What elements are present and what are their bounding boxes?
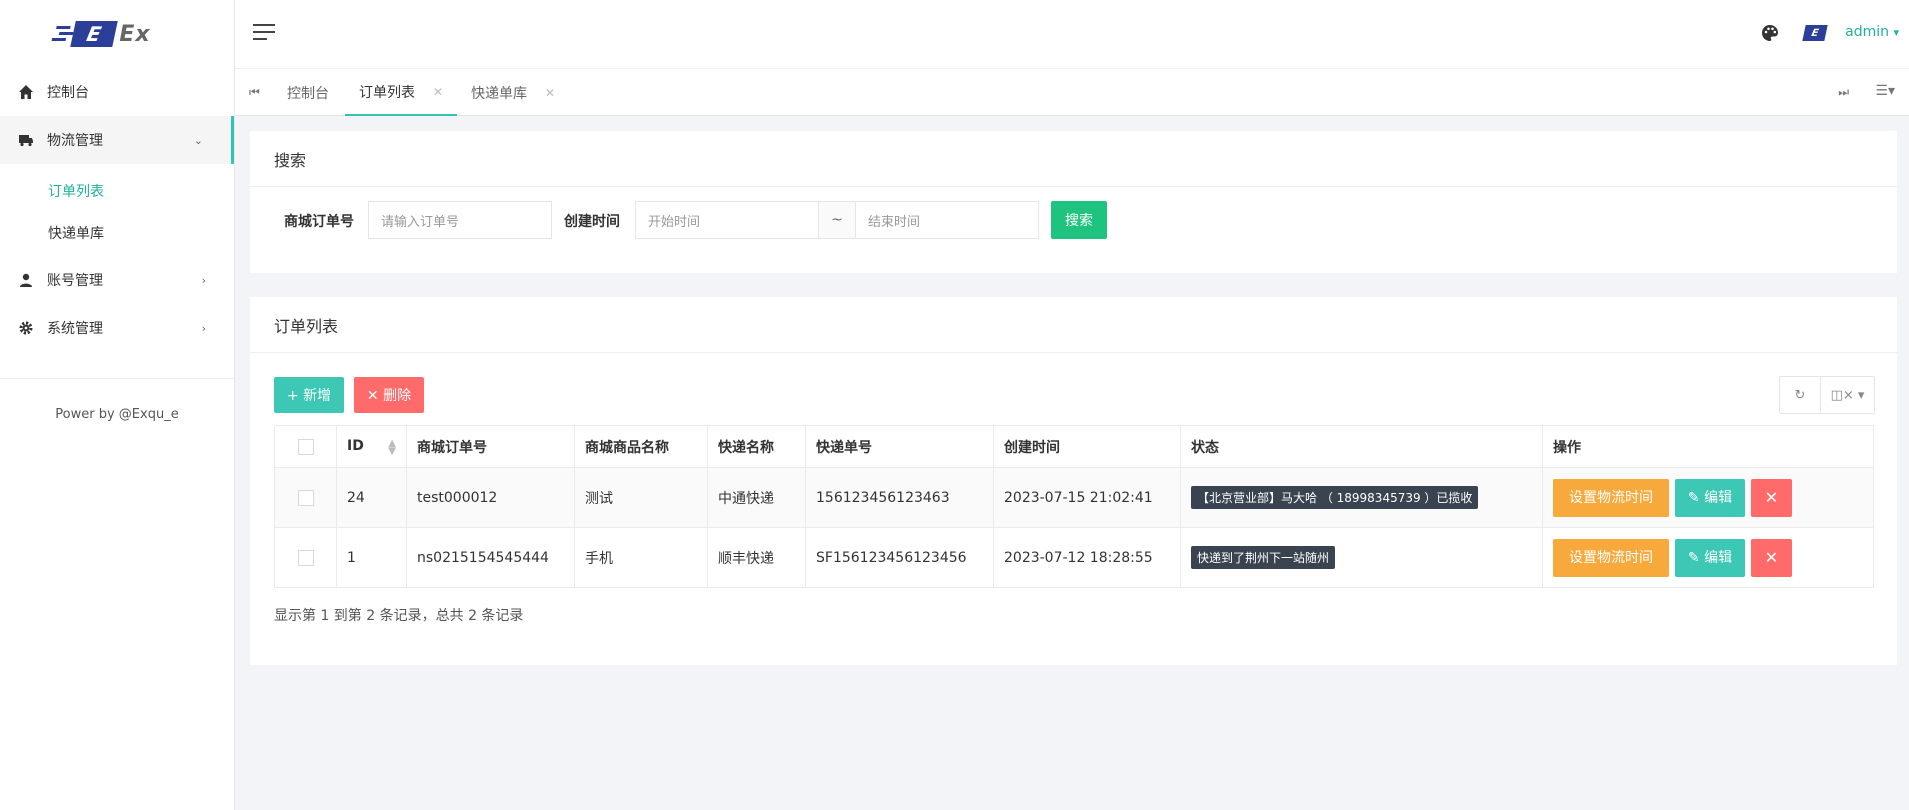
- tab-dashboard[interactable]: 控制台: [287, 69, 329, 116]
- refresh-icon[interactable]: ↻: [1780, 377, 1820, 413]
- sidebar-item-label: 物流管理: [47, 133, 103, 149]
- cell-created: 2023-07-15 21:02:41: [993, 467, 1181, 528]
- sidebar-item-label: 账号管理: [47, 273, 103, 289]
- range-separator: ~: [819, 201, 855, 239]
- row-delete-button[interactable]: ✕: [1751, 478, 1792, 517]
- pagination-summary: 显示第 1 到第 2 条记录，总共 2 条记录: [274, 608, 524, 624]
- edit-button[interactable]: ✎ 编辑: [1675, 538, 1745, 577]
- order-number-input[interactable]: 请输入订单号: [368, 201, 552, 239]
- tab-order-list[interactable]: 订单列表 ✕: [345, 69, 458, 116]
- row-delete-button[interactable]: ✕: [1751, 538, 1792, 577]
- sidebar-subitem-order-list[interactable]: 订单列表: [0, 170, 234, 212]
- table-tools: ↻ ◫× ▾: [1779, 376, 1875, 414]
- status-badge: 快递到了荆州下一站随州: [1191, 546, 1336, 569]
- user-name: admin: [1845, 24, 1890, 40]
- user-menu[interactable]: admin ▾: [1845, 24, 1899, 40]
- cell-order-no: test000012: [406, 467, 575, 528]
- chevron-down-icon: ⌄: [193, 133, 203, 147]
- column-header-created: 创建时间: [993, 425, 1181, 468]
- order-list-panel: 订单列表 + 新增 ✕ 删除 ↻ ◫× ▾ ID ▲ ▼ 商城订单号 商城商品名称…: [250, 297, 1897, 665]
- palette-icon[interactable]: [1761, 24, 1779, 46]
- cell-status: 快递到了荆州下一站随州: [1180, 527, 1543, 588]
- edit-button[interactable]: ✎ 编辑: [1675, 478, 1745, 517]
- column-header-actions: 操作: [1542, 425, 1874, 468]
- sidebar-item-label: 系统管理: [47, 321, 103, 337]
- gear-icon: [16, 318, 36, 338]
- tab-express-library[interactable]: 快递单库 ✕: [471, 69, 555, 116]
- table-row[interactable]: 24 test000012 测试 中通快递 156123456123463 20…: [274, 467, 1874, 528]
- caret-down-icon: ▾: [1893, 26, 1899, 39]
- truck-icon: [16, 130, 36, 150]
- cell-courier: 中通快递: [707, 467, 806, 528]
- sidebar-footer: Power by @Exqu_e: [55, 407, 179, 422]
- cell-product: 测试: [574, 467, 708, 528]
- cell-courier: 顺丰快递: [707, 527, 806, 588]
- search-panel: 搜索 商城订单号 请输入订单号 创建时间 开始时间 ~ 结束时间 搜索: [250, 131, 1897, 273]
- chevron-right-icon: ›: [201, 273, 206, 287]
- close-icon[interactable]: ✕: [433, 85, 443, 99]
- sidebar-item-logistics[interactable]: 物流管理 ⌄: [0, 116, 234, 164]
- menu-toggle-icon[interactable]: [253, 24, 275, 42]
- sidebar: E Ex 控制台 物流管理 ⌄ 订单列表 快递单库 账号管理 › 系统管理 › …: [0, 0, 235, 810]
- row-checkbox[interactable]: [274, 527, 337, 588]
- logo[interactable]: E Ex: [0, 0, 234, 68]
- sidebar-item-dashboard[interactable]: 控制台: [0, 68, 234, 116]
- table-row[interactable]: 1 ns0215154545444 手机 顺丰快递 SF156123456123…: [274, 527, 1874, 588]
- search-form: 商城订单号 请输入订单号 创建时间 开始时间 ~ 结束时间 搜索: [250, 201, 1897, 239]
- close-icon[interactable]: ✕: [545, 86, 555, 100]
- logo-text: Ex: [119, 21, 151, 47]
- cell-tracking: SF156123456123456: [805, 527, 994, 588]
- cell-order-no: ns0215154545444: [406, 527, 575, 588]
- add-button[interactable]: + 新增: [274, 377, 344, 413]
- cell-actions: 设置物流时间 ✎ 编辑 ✕: [1542, 467, 1874, 528]
- column-header-id[interactable]: ID ▲ ▼: [336, 425, 407, 468]
- cell-status: 【北京营业部】马大哈 （ 18998345739 ）已揽收: [1180, 467, 1543, 528]
- sidebar-subitem-express-library[interactable]: 快递单库: [0, 212, 234, 254]
- order-number-label: 商城订单号: [284, 214, 354, 230]
- user-icon: [16, 270, 36, 290]
- end-time-input[interactable]: 结束时间: [855, 201, 1039, 239]
- sidebar-item-system[interactable]: 系统管理 ›: [0, 304, 234, 352]
- columns-toggle-icon[interactable]: ◫× ▾: [1820, 377, 1874, 413]
- avatar[interactable]: E: [1799, 22, 1831, 44]
- sidebar-item-label: 控制台: [47, 85, 89, 101]
- chevron-right-icon: ›: [201, 321, 206, 335]
- order-list-title: 订单列表: [250, 297, 1897, 353]
- column-header-order-no: 商城订单号: [406, 425, 575, 468]
- skip-previous-icon[interactable]: ⏮: [249, 85, 260, 100]
- delete-button[interactable]: ✕ 删除: [354, 377, 424, 413]
- select-all-checkbox[interactable]: [274, 425, 337, 468]
- sort-icon[interactable]: ▲ ▼: [388, 438, 396, 456]
- column-header-tracking: 快递单号: [805, 425, 994, 468]
- cell-product: 手机: [574, 527, 708, 588]
- skip-next-icon[interactable]: ⏭: [1838, 85, 1849, 100]
- cell-id: 24: [336, 467, 407, 528]
- column-header-courier: 快递名称: [707, 425, 806, 468]
- search-panel-title: 搜索: [250, 131, 1897, 187]
- set-logistics-time-button[interactable]: 设置物流时间: [1553, 538, 1669, 577]
- search-button[interactable]: 搜索: [1051, 201, 1107, 239]
- row-checkbox[interactable]: [274, 467, 337, 528]
- create-time-label: 创建时间: [564, 214, 620, 230]
- table-header-row: ID ▲ ▼ 商城订单号 商城商品名称 快递名称 快递单号 创建时间 状态 操作: [274, 425, 1874, 468]
- start-time-input[interactable]: 开始时间: [635, 201, 819, 239]
- order-table: ID ▲ ▼ 商城订单号 商城商品名称 快递名称 快递单号 创建时间 状态 操作 …: [274, 425, 1874, 588]
- column-header-status: 状态: [1180, 425, 1543, 468]
- cell-actions: 设置物流时间 ✎ 编辑 ✕: [1542, 527, 1874, 588]
- tab-bar: ⏮ 控制台 订单列表 ✕ 快递单库 ✕ ⏭ ☰▾: [235, 68, 1909, 116]
- tab-options-icon[interactable]: ☰▾: [1875, 83, 1895, 99]
- set-logistics-time-button[interactable]: 设置物流时间: [1553, 478, 1669, 517]
- sidebar-item-accounts[interactable]: 账号管理 ›: [0, 256, 234, 304]
- column-header-product: 商城商品名称: [574, 425, 708, 468]
- cell-id: 1: [336, 527, 407, 588]
- sidebar-divider: [0, 378, 234, 379]
- top-header: E admin ▾: [235, 0, 1909, 68]
- cell-created: 2023-07-12 18:28:55: [993, 527, 1181, 588]
- logo-mark: E: [70, 21, 119, 47]
- status-badge: 【北京营业部】马大哈 （ 18998345739 ）已揽收: [1191, 486, 1479, 509]
- home-icon: [16, 82, 36, 102]
- cell-tracking: 156123456123463: [805, 467, 994, 528]
